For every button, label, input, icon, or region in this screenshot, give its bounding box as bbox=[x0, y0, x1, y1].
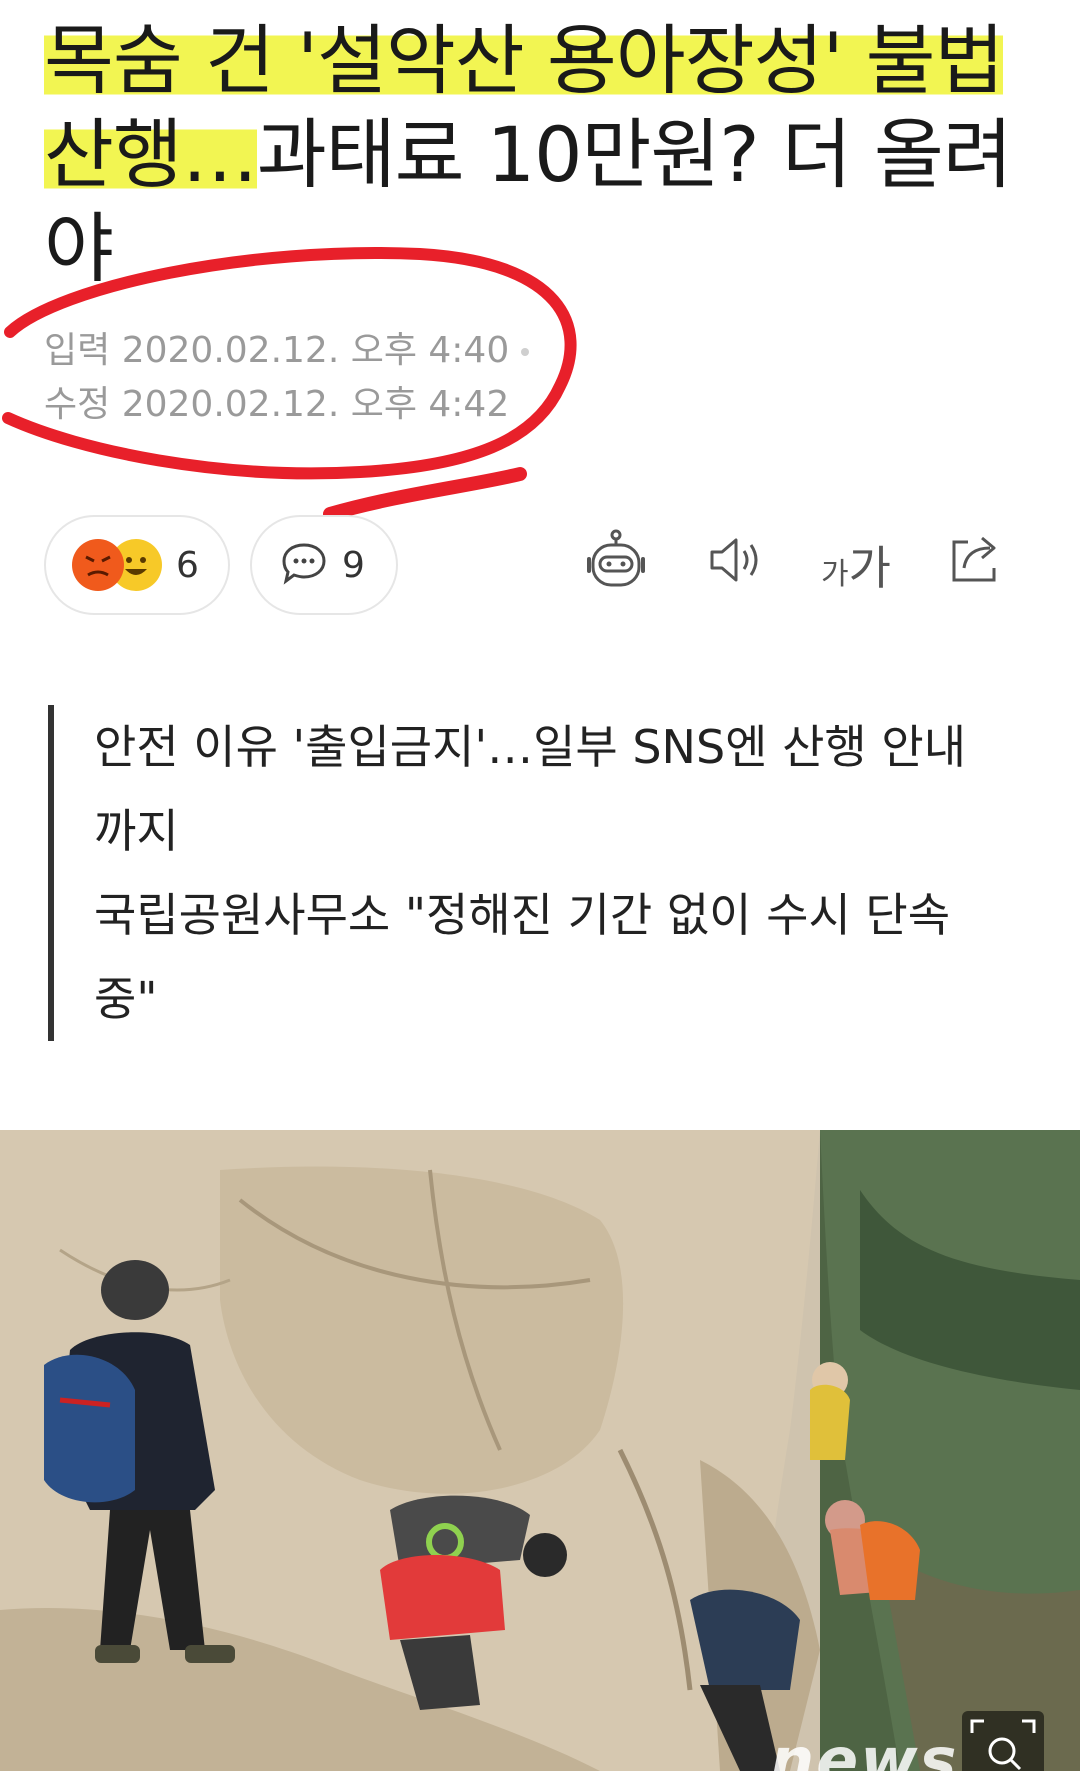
article-meta: 입력 2020.02.12. 오후 4:40 수정 2020.02.12. 오후… bbox=[44, 324, 530, 432]
summary-line: 국립공원사무소 "정해진 기간 없이 수시 단속 중" bbox=[94, 888, 951, 1026]
article-action-bar: 6 9 가가 bbox=[44, 515, 1036, 615]
reaction-count: 6 bbox=[176, 544, 199, 586]
headline-container: 목숨 건 '설악산 용아장성' 불법 산행…과태료 10만원? 더 올려야 bbox=[44, 14, 1044, 296]
comment-button[interactable]: 9 bbox=[250, 515, 398, 615]
article-headline: 목숨 건 '설악산 용아장성' 불법 산행…과태료 10만원? 더 올려야 bbox=[44, 14, 1044, 296]
news-watermark: news bbox=[770, 1724, 959, 1771]
modified-datetime-row: 수정 2020.02.12. 오후 4:42 bbox=[44, 378, 529, 432]
separator-dot bbox=[521, 348, 530, 356]
reaction-button[interactable]: 6 bbox=[44, 515, 230, 615]
share-button[interactable] bbox=[916, 529, 1036, 601]
robot-summary-icon bbox=[583, 529, 649, 601]
speaker-icon bbox=[706, 535, 766, 595]
font-size-small-label: 가 bbox=[821, 557, 849, 592]
input-label: 입력 bbox=[44, 330, 111, 371]
angry-emoji-icon bbox=[72, 539, 124, 591]
comment-count: 9 bbox=[342, 544, 365, 586]
font-size-icon: 가가 bbox=[821, 532, 891, 598]
font-size-button[interactable]: 가가 bbox=[796, 529, 916, 601]
modified-label: 수정 bbox=[44, 384, 111, 425]
article-tools: 가가 bbox=[556, 529, 1036, 601]
article-summary: 안전 이유 '출입금지'…일부 SNS엔 산행 안내까지 국립공원사무소 "정해… bbox=[48, 705, 988, 1041]
photo-zoom-button[interactable] bbox=[962, 1711, 1044, 1771]
text-to-speech-button[interactable] bbox=[676, 529, 796, 601]
input-datetime: 2020.02.12. 오후 4:40 bbox=[121, 330, 510, 371]
modified-datetime: 2020.02.12. 오후 4:42 bbox=[121, 384, 510, 425]
font-size-big-label: 가 bbox=[848, 541, 891, 595]
comment-icon bbox=[280, 541, 328, 589]
summary-line: 안전 이유 '출입금지'…일부 SNS엔 산행 안내까지 bbox=[94, 720, 967, 858]
article-photo[interactable]: news bbox=[0, 1130, 1080, 1771]
summary-bot-button[interactable] bbox=[556, 529, 676, 601]
share-icon bbox=[948, 534, 1004, 596]
input-datetime-row: 입력 2020.02.12. 오후 4:40 bbox=[44, 324, 530, 378]
magnifier-icon bbox=[962, 1711, 1044, 1771]
photo-climbers-on-rock bbox=[0, 1130, 1080, 1771]
